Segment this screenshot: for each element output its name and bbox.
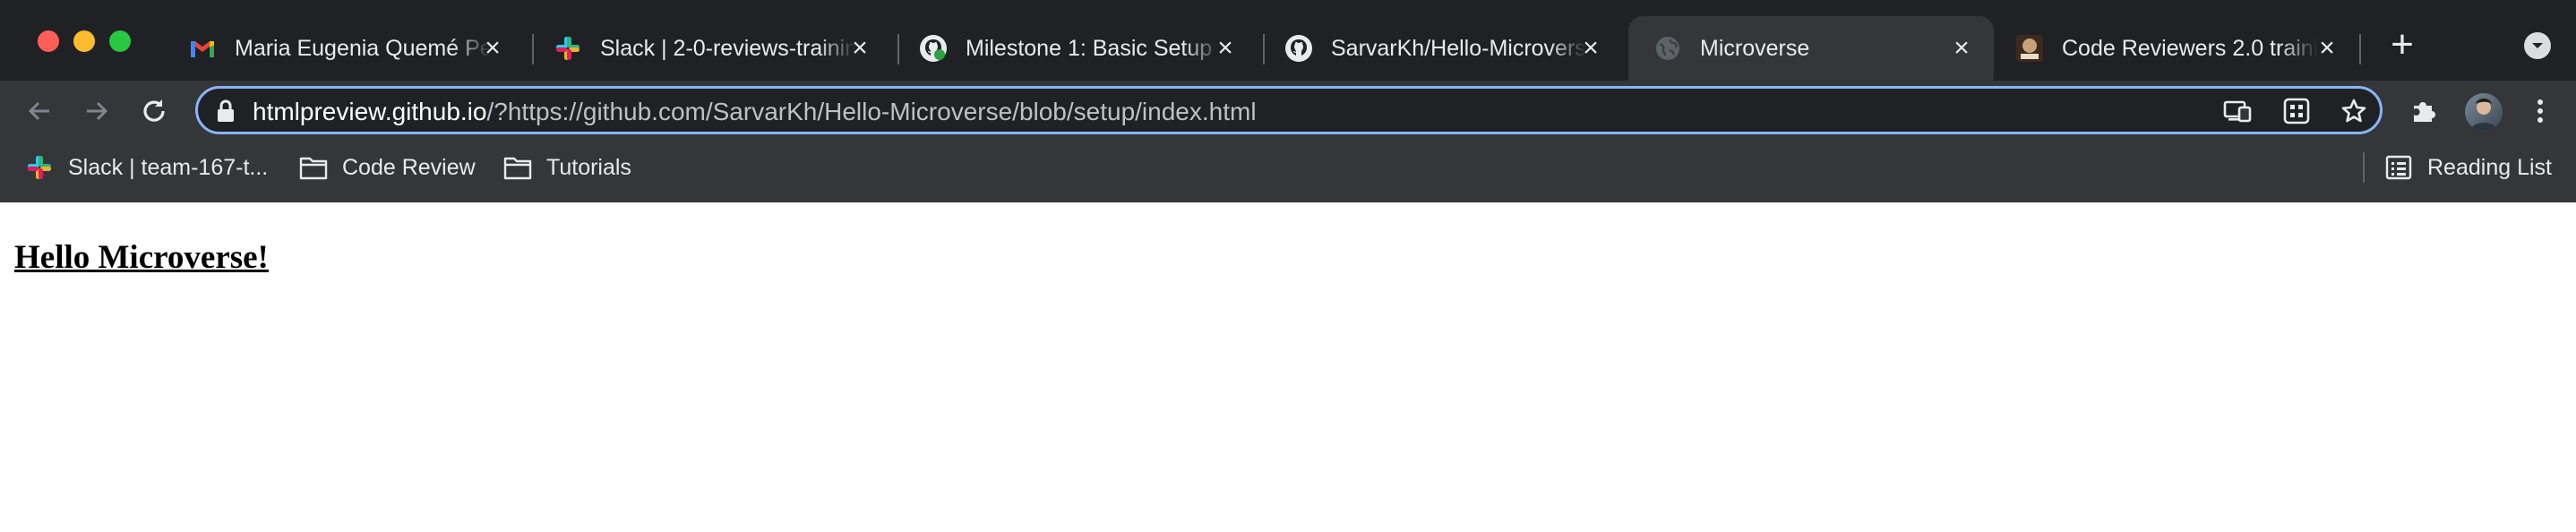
back-button[interactable] (21, 93, 57, 129)
reading-list-label: Reading List (2427, 154, 2552, 180)
profile-photo-icon (2470, 99, 2497, 131)
close-window-button[interactable] (38, 30, 59, 52)
star-icon[interactable] (2340, 97, 2368, 125)
extensions-puzzle-icon[interactable] (2408, 95, 2440, 127)
bookmarks-divider (2363, 152, 2365, 183)
tab-title: Milestone 1: Basic Setup (966, 35, 1213, 61)
arrow-left-icon (28, 101, 49, 121)
github-icon (1284, 34, 1313, 63)
microverse-icon (2015, 34, 2044, 63)
folder-icon (503, 153, 532, 182)
tab-gmail[interactable]: Maria Eugenia Quemé Peña × (163, 16, 525, 81)
qr-code-icon[interactable] (2282, 97, 2311, 125)
slack-icon (25, 153, 54, 182)
tab-code-reviewers[interactable]: Code Reviewers 2.0 training × (1990, 16, 2359, 81)
chevron-down-icon (2532, 43, 2543, 48)
tab-title: Maria Eugenia Quemé Peña (235, 35, 491, 61)
tab-title: Microverse (1700, 35, 1810, 61)
url-path: /?https://github.com/SarvarKh/Hello-Micr… (486, 98, 1257, 125)
tab-search-button[interactable] (2524, 32, 2551, 59)
github-icon (919, 34, 948, 63)
tab-divider (2359, 34, 2361, 64)
tab-title: SarvarKh/Hello-Microverse (1331, 35, 1587, 61)
url-host: htmlpreview.github.io (253, 98, 487, 125)
tab-title: Code Reviewers 2.0 training (2062, 35, 2318, 61)
gmail-icon (188, 34, 217, 63)
tab-title: Slack | 2-0-reviews-training (600, 35, 856, 61)
new-tab-button[interactable]: + (2384, 25, 2420, 64)
url-text[interactable]: htmlpreview.github.io/?https://github.co… (253, 98, 1257, 126)
folder-icon (299, 153, 328, 182)
reload-icon (143, 99, 165, 122)
minimize-window-button[interactable] (73, 30, 95, 52)
arrow-right-icon (87, 101, 108, 121)
tab-close-icon[interactable]: × (480, 35, 505, 62)
bookmark-folder-tutorials[interactable]: Tutorials (503, 152, 631, 183)
avatar[interactable] (2465, 93, 2503, 131)
globe-icon (1653, 34, 1682, 63)
reading-list-button[interactable]: Reading List (2384, 152, 2552, 183)
tab-milestone[interactable]: Milestone 1: Basic Setup × (894, 16, 1258, 81)
bookmark-label: Code Review (342, 154, 476, 180)
forward-button[interactable] (79, 93, 115, 129)
bookmark-slack[interactable]: Slack | team-167-t... (25, 152, 268, 183)
lock-icon[interactable] (211, 97, 240, 125)
tab-close-icon[interactable]: × (847, 35, 872, 62)
tab-close-icon[interactable]: × (1949, 35, 1974, 62)
slack-icon (554, 34, 582, 63)
tab-strip: Maria Eugenia Quemé Peña × Slack | 2-0-r… (0, 0, 2576, 81)
kebab-menu-icon[interactable] (2524, 95, 2556, 127)
reading-list-icon (2384, 153, 2413, 182)
browser-chrome: Maria Eugenia Quemé Peña × Slack | 2-0-r… (0, 0, 2576, 202)
tab-close-icon[interactable]: × (1578, 35, 1603, 62)
page-content: Hello Microverse! (0, 202, 2576, 532)
bookmark-label: Slack | team-167-t... (68, 154, 269, 180)
bookmark-folder-code-review[interactable]: Code Review (299, 152, 476, 183)
tab-slack[interactable]: Slack | 2-0-reviews-training × (528, 16, 892, 81)
bookmark-label: Tutorials (546, 154, 631, 180)
tab-close-icon[interactable]: × (1213, 35, 1238, 62)
zoom-window-button[interactable] (109, 30, 131, 52)
tab-close-icon[interactable]: × (2314, 35, 2340, 62)
tab-microverse-active[interactable]: Microverse × (1628, 16, 1994, 81)
page-title: Hello Microverse! (14, 239, 269, 276)
cast-icon[interactable] (2223, 97, 2252, 125)
reload-button[interactable] (136, 93, 172, 129)
tab-github-repo[interactable]: SarvarKh/Hello-Microverse × (1259, 16, 1623, 81)
